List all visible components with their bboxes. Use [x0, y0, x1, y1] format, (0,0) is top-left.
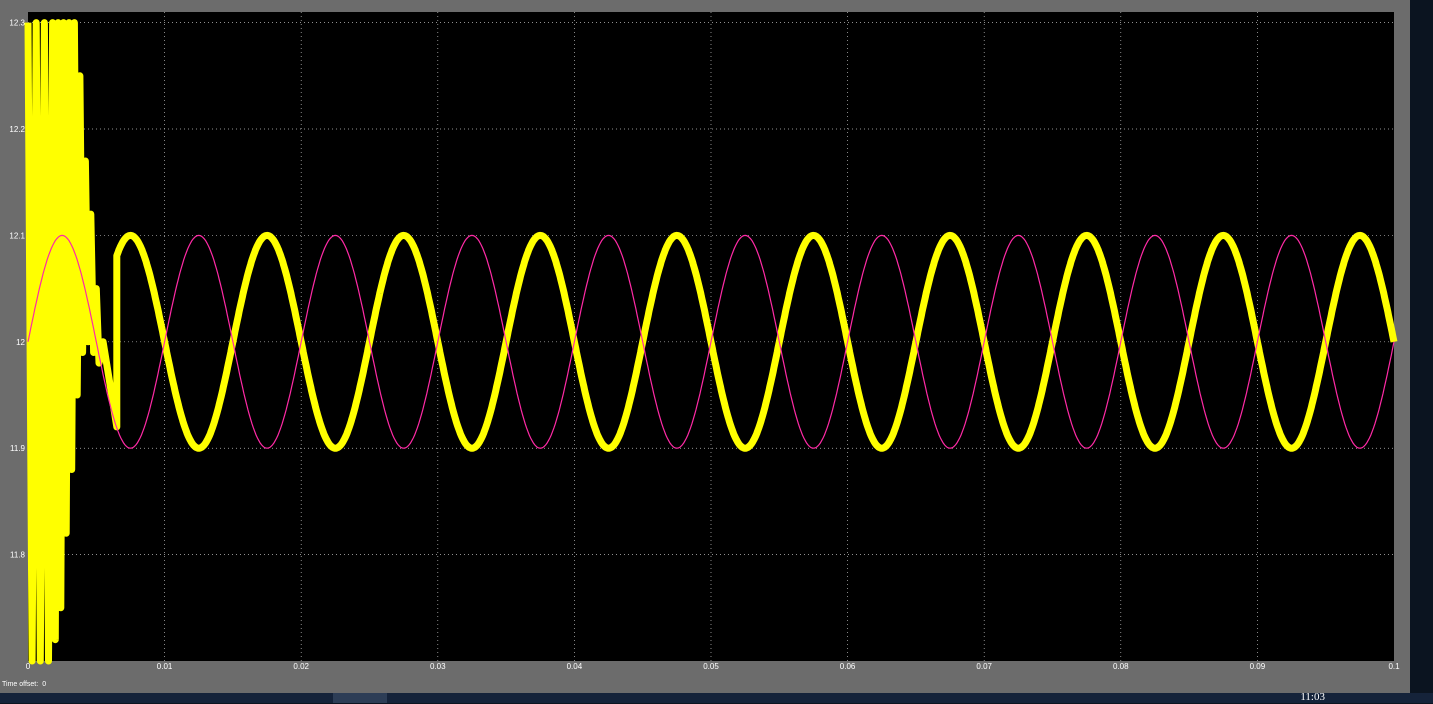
y-tick-label: 11.8 — [10, 551, 26, 560]
x-tick-label: 0.1 — [1388, 662, 1400, 671]
time-offset-label: Time offset: — [2, 681, 39, 688]
x-tick-label: 0.06 — [840, 662, 856, 671]
x-tick-label: 0.02 — [293, 662, 309, 671]
desktop-edge — [1410, 0, 1433, 703]
x-tick-label: 0.07 — [976, 662, 992, 671]
time-offset-value: 0 — [42, 681, 47, 688]
taskbar-clock: 11:03 — [1300, 691, 1325, 703]
time-offset-readout: Time offset: 0 — [2, 681, 50, 688]
taskbar-app-button[interactable] — [333, 693, 387, 703]
x-tick-label: 0 — [26, 662, 31, 671]
x-tick-label: 0.03 — [430, 662, 446, 671]
y-tick-label: 12.3 — [9, 19, 25, 28]
x-tick-label: 0.01 — [157, 662, 173, 671]
x-tick-label: 0.08 — [1113, 662, 1129, 671]
scope-plot: 0 0.01 0.02 0.03 0.04 0.05 0.06 0.07 0.08 0.09 0.1… — [9, 12, 1400, 671]
x-tick-label: 0.04 — [567, 662, 583, 671]
x-tick-label: 0.05 — [703, 662, 719, 671]
x-tick-label: 0.09 — [1250, 662, 1266, 671]
scope-window: 0 0.01 0.02 0.03 0.04 0.05 0.06 0.07 0.08 0.09 0.1… — [0, 0, 1410, 693]
y-tick-label: 12 — [16, 338, 25, 347]
y-tick-label: 12.2 — [9, 125, 25, 134]
y-tick-label: 11.9 — [10, 444, 26, 453]
y-tick-label: 12.1 — [9, 231, 25, 240]
taskbar — [0, 693, 1433, 703]
